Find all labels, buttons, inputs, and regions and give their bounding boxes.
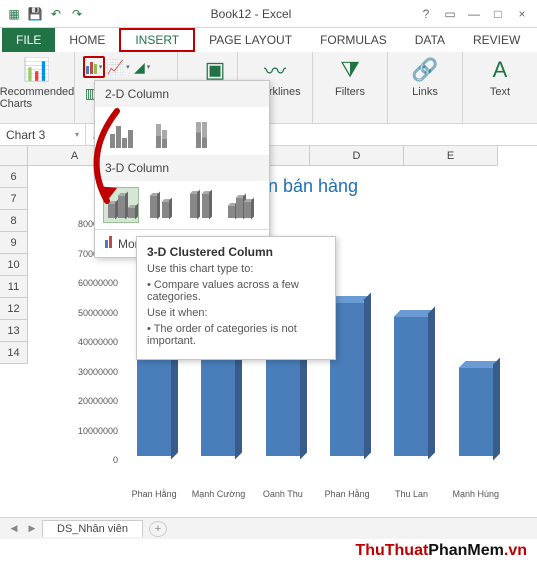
ribbon-toggle-icon[interactable]: ▭ — [439, 4, 461, 24]
area-chart-button[interactable]: ◢ — [131, 56, 153, 78]
line-chart-button[interactable]: 📈 — [107, 56, 129, 78]
sheet-nav-prev[interactable]: ◀ — [6, 523, 22, 534]
3d-column[interactable] — [223, 187, 259, 223]
maximize-icon[interactable]: □ — [487, 4, 509, 24]
tooltip-line3: Use it when: — [147, 307, 325, 319]
tooltip-title: 3-D Clustered Column — [147, 245, 325, 259]
row-headers: 6 7 8 9 10 11 12 13 14 — [0, 166, 28, 364]
new-sheet-button[interactable]: + — [149, 521, 167, 537]
text-button[interactable]: A Text — [471, 56, 529, 98]
excel-icon: ▦ — [4, 4, 24, 24]
row-14[interactable]: 14 — [0, 342, 28, 364]
window-title: Book12 - Excel — [87, 7, 415, 21]
row-12[interactable]: 12 — [0, 298, 28, 320]
redo-icon[interactable]: ↷ — [67, 4, 87, 24]
sheet-nav-next[interactable]: ▶ — [24, 523, 40, 534]
tab-data[interactable]: DATA — [401, 28, 459, 52]
ribbon-tabs: FILE HOME INSERT PAGE LAYOUT FORMULAS DA… — [0, 28, 537, 52]
dropdown-header-2d: 2-D Column — [95, 81, 269, 107]
group-links: 🔗 Links — [388, 52, 463, 123]
text-label: Text — [490, 86, 510, 98]
row-7[interactable]: 7 — [0, 188, 28, 210]
links-icon: 🔗 — [411, 56, 439, 84]
tab-formulas[interactable]: FORMULAS — [306, 28, 401, 52]
sheet-tab-active[interactable]: DS_Nhân viên — [42, 520, 143, 537]
tab-home[interactable]: HOME — [55, 28, 119, 52]
text-icon: A — [486, 56, 514, 84]
links-button[interactable]: 🔗 Links — [396, 56, 454, 98]
quick-access-toolbar: ▦ 💾 ↶ ↷ — [4, 4, 87, 24]
row-13[interactable]: 13 — [0, 320, 28, 342]
2d-stacked-column[interactable] — [143, 113, 179, 149]
recommended-charts-button[interactable]: 📊 Recommended Charts — [8, 56, 66, 110]
tooltip-line1: Use this chart type to: — [147, 263, 325, 275]
3d-100-stacked-column[interactable] — [183, 187, 219, 223]
col-e[interactable]: E — [404, 146, 498, 166]
sheet-tab-bar: ◀ ▶ DS_Nhân viên + — [0, 517, 537, 539]
row-6[interactable]: 6 — [0, 166, 28, 188]
filters-label: Filters — [335, 86, 365, 98]
column-chart-button[interactable] — [83, 56, 105, 78]
save-icon[interactable]: 💾 — [25, 4, 45, 24]
row-11[interactable]: 11 — [0, 276, 28, 298]
col-d[interactable]: D — [310, 146, 404, 166]
filters-button[interactable]: ⧩ Filters — [321, 56, 379, 98]
links-label: Links — [412, 86, 438, 98]
undo-icon[interactable]: ↶ — [46, 4, 66, 24]
tooltip-line4: • The order of categories is not importa… — [147, 323, 325, 347]
select-all-corner[interactable] — [0, 146, 28, 166]
tab-insert[interactable]: INSERT — [119, 28, 195, 52]
group-text: A Text — [463, 52, 537, 123]
3d-stacked-column[interactable] — [143, 187, 179, 223]
minimize-icon[interactable]: — — [463, 4, 485, 24]
tab-file[interactable]: FILE — [2, 28, 55, 52]
titlebar: ▦ 💾 ↶ ↷ Book12 - Excel ? ▭ — □ × — [0, 0, 537, 28]
row-9[interactable]: 9 — [0, 232, 28, 254]
watermark: ThuThuatPhanMem.vn — [0, 539, 537, 563]
tooltip-line2: • Compare values across a few categories… — [147, 279, 325, 303]
annotation-arrow — [62, 106, 132, 219]
tab-review[interactable]: REVIEW — [459, 28, 534, 52]
chart-type-tooltip: 3-D Clustered Column Use this chart type… — [136, 236, 336, 360]
2d-100-stacked-column[interactable] — [183, 113, 219, 149]
recommended-charts-icon: 📊 — [23, 56, 51, 84]
row-10[interactable]: 10 — [0, 254, 28, 276]
tab-page-layout[interactable]: PAGE LAYOUT — [195, 28, 306, 52]
close-icon[interactable]: × — [511, 4, 533, 24]
help-icon[interactable]: ? — [415, 4, 437, 24]
filters-icon: ⧩ — [336, 56, 364, 84]
group-filters: ⧩ Filters — [313, 52, 388, 123]
chart-x-axis: Phan HằngMạnh CườngOanh ThuPhan HằngThu … — [122, 490, 508, 500]
row-8[interactable]: 8 — [0, 210, 28, 232]
window-controls: ? ▭ — □ × — [415, 4, 533, 24]
